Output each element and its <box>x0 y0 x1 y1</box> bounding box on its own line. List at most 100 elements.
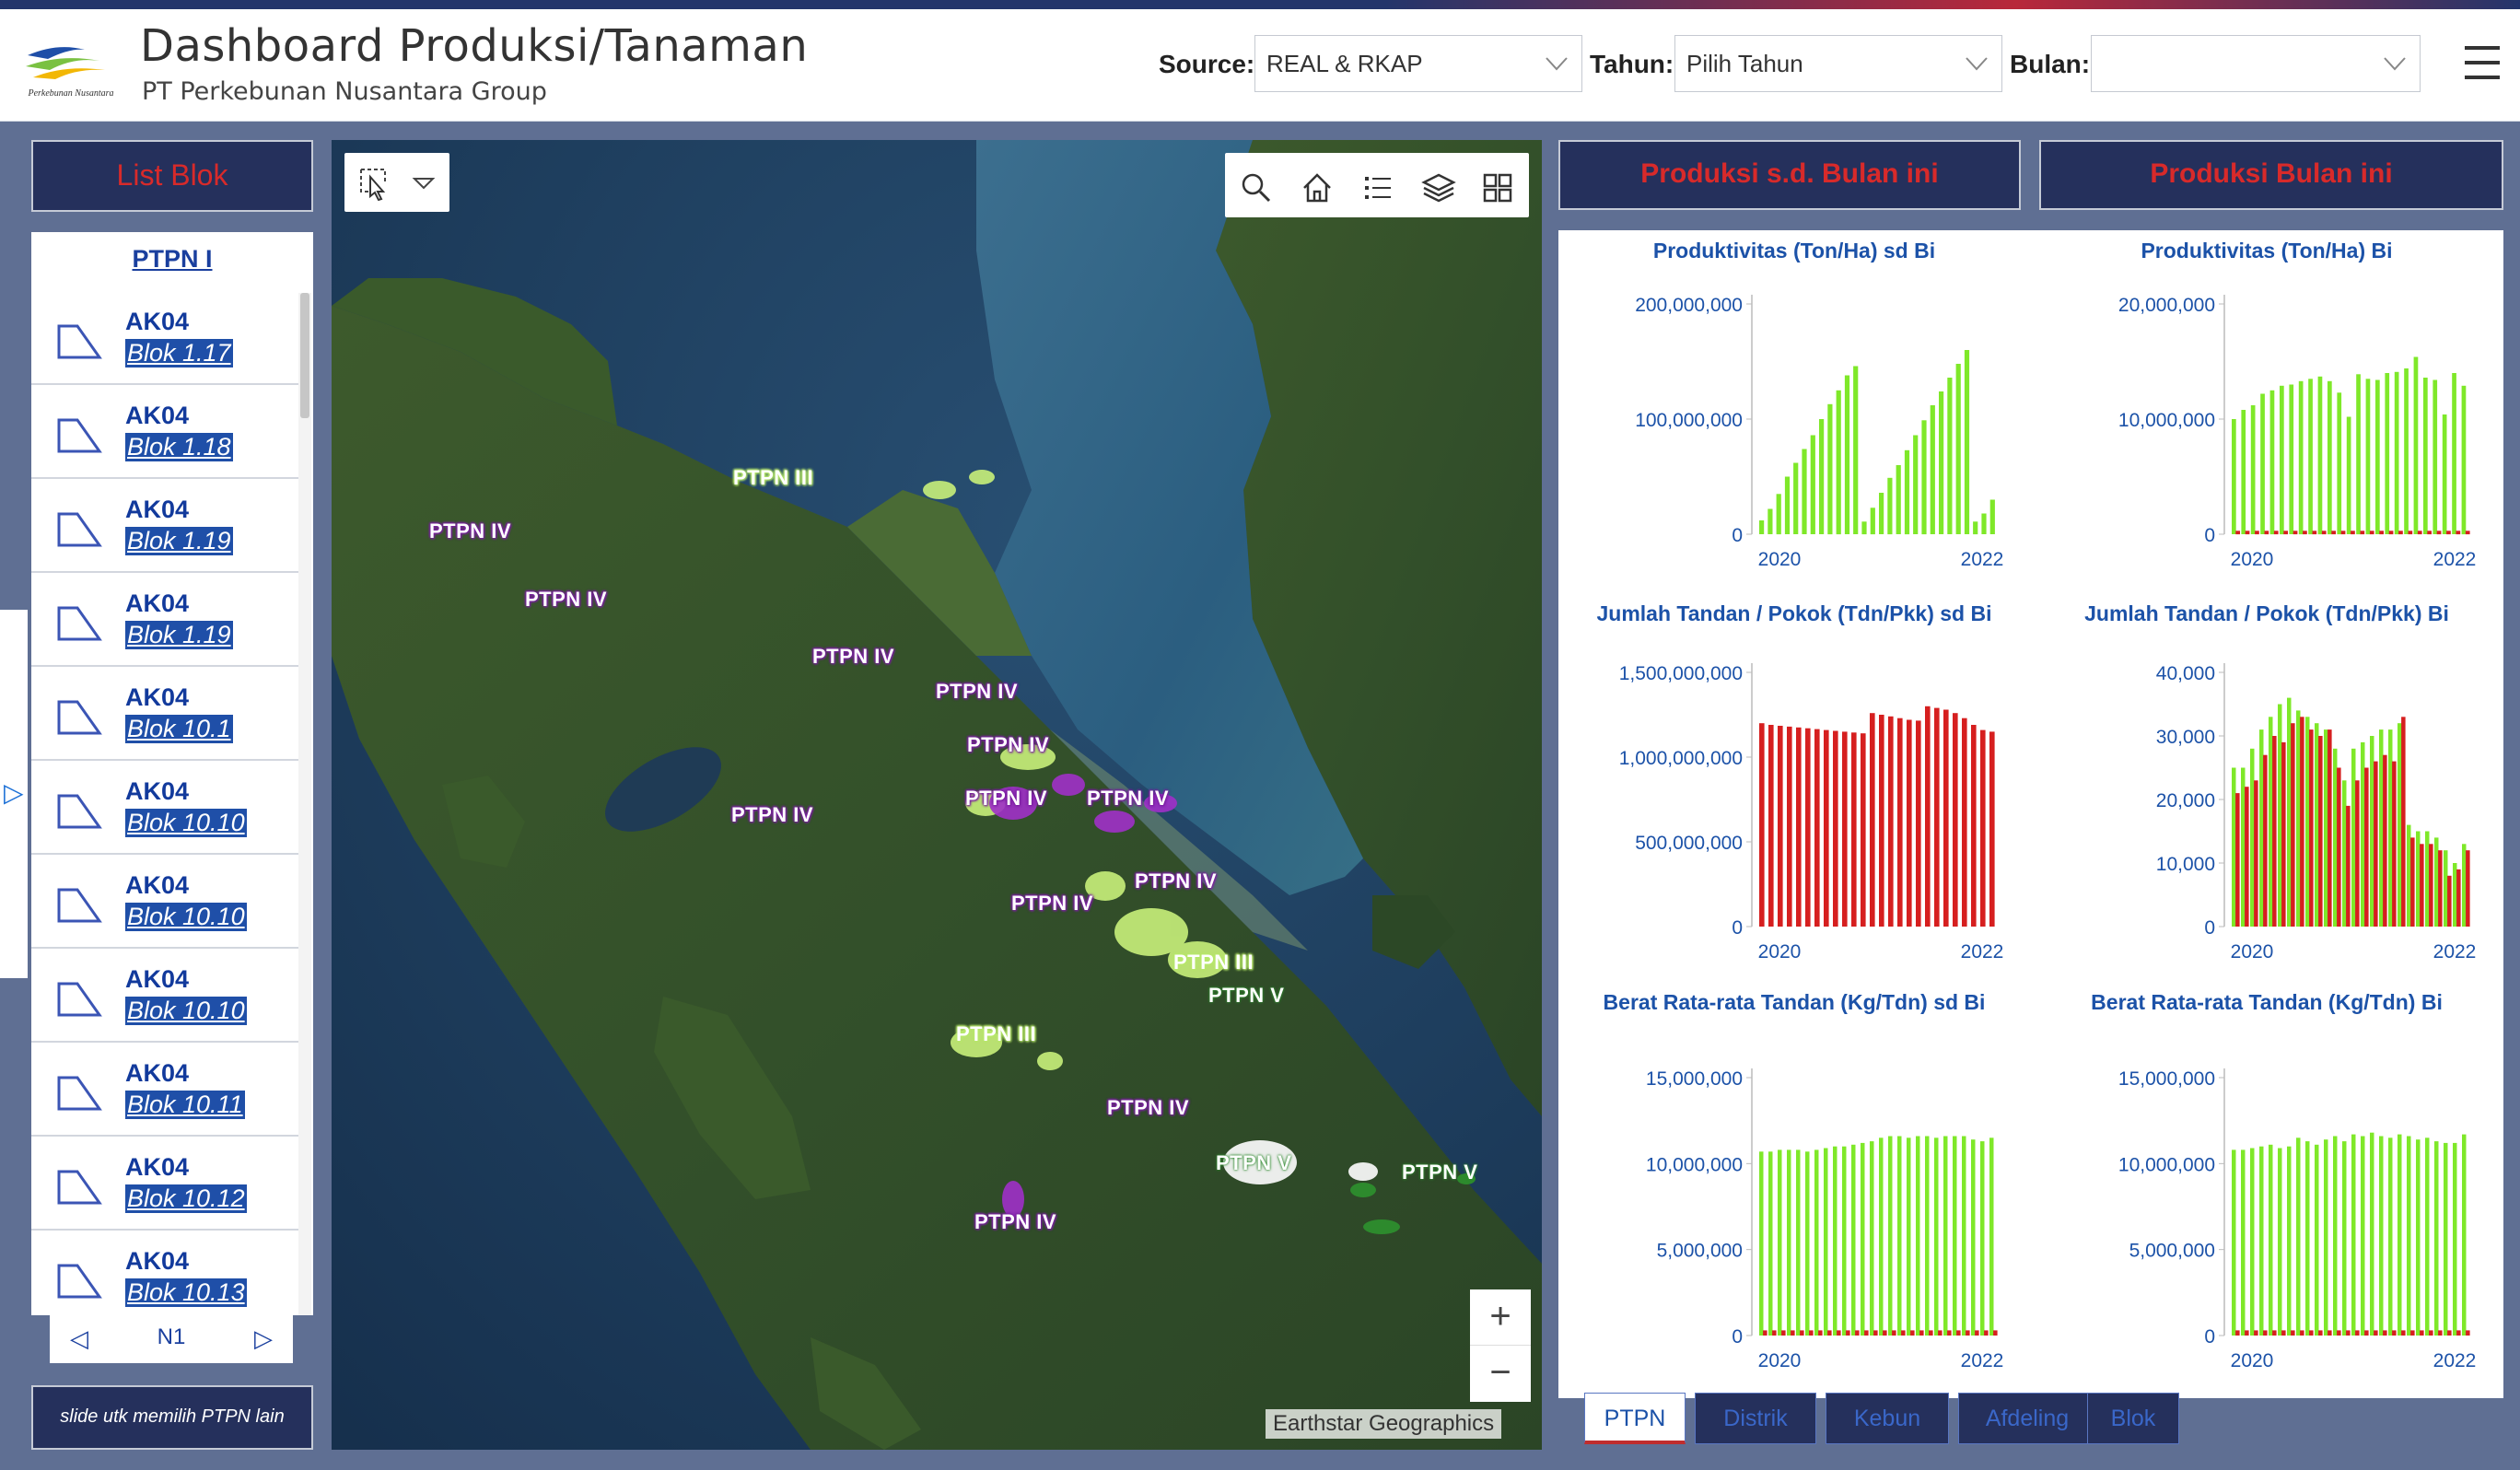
list-item-name[interactable]: Blok 1.19 <box>125 621 233 649</box>
bar-mark[interactable] <box>1796 1149 1801 1336</box>
bar-mark[interactable] <box>2401 1330 2406 1336</box>
bar-mark[interactable] <box>1892 1330 1896 1336</box>
bar-mark[interactable] <box>1907 719 1912 928</box>
bar-mark[interactable] <box>2375 379 2380 535</box>
bar-mark[interactable] <box>1846 1330 1850 1336</box>
bar-mark[interactable] <box>1837 1330 1841 1336</box>
bar-mark[interactable] <box>2232 1149 2236 1336</box>
tab-ptpn[interactable]: PTPN <box>1584 1393 1686 1444</box>
zoom-out-button[interactable]: − <box>1470 1345 1531 1400</box>
bar-mark[interactable] <box>2383 754 2387 927</box>
bar-mark[interactable] <box>1938 1330 1942 1336</box>
bar-mark[interactable] <box>2379 531 2384 535</box>
bar-mark[interactable] <box>1796 727 1802 927</box>
bar-mark[interactable] <box>1827 403 1833 535</box>
bar-mark[interactable] <box>1916 1136 1920 1336</box>
bar-mark[interactable] <box>2337 392 2342 535</box>
bar-mark[interactable] <box>2462 1134 2467 1336</box>
bar-mark[interactable] <box>2281 741 2286 927</box>
bar-mark[interactable] <box>2452 373 2456 534</box>
bar-mark[interactable] <box>1873 1330 1878 1336</box>
bar-mark[interactable] <box>2408 531 2413 535</box>
map-label-ptpn[interactable]: PTPN IV <box>731 803 813 827</box>
source-select[interactable]: REAL & RKAP <box>1254 35 1582 92</box>
bar-mark[interactable] <box>2296 1138 2301 1336</box>
list-item-name[interactable]: Blok 1.18 <box>125 433 233 461</box>
bar-mark[interactable] <box>1930 405 1935 534</box>
bar-mark[interactable] <box>1778 1149 1782 1336</box>
bar-mark[interactable] <box>1897 1136 1902 1336</box>
bar-mark[interactable] <box>2263 1330 2268 1336</box>
bar-mark[interactable] <box>1989 1138 1994 1336</box>
bar-mark[interactable] <box>2392 1330 2397 1336</box>
bar-mark[interactable] <box>2309 729 2314 927</box>
layers-icon[interactable] <box>1420 169 1457 206</box>
bar-mark[interactable] <box>1787 1149 1791 1336</box>
bar-mark[interactable] <box>1759 1151 1764 1336</box>
bar-mark[interactable] <box>1793 462 1799 535</box>
list-item[interactable]: AK04 Blok 10.1 <box>31 669 298 761</box>
bar-mark[interactable] <box>2447 875 2452 927</box>
hamburger-menu-icon[interactable] <box>2465 41 2502 87</box>
bar-mark[interactable] <box>2324 729 2328 927</box>
list-item-name[interactable]: Blok 1.17 <box>125 339 233 368</box>
list-item[interactable]: AK04 Blok 1.19 <box>31 481 298 573</box>
bar-mark[interactable] <box>1962 1136 1966 1336</box>
bar-mark[interactable] <box>2388 1138 2393 1336</box>
list-item[interactable]: AK04 Blok 10.13 <box>31 1232 298 1315</box>
bar-mark[interactable] <box>1814 1149 1819 1336</box>
bar-mark[interactable] <box>2379 729 2384 927</box>
bar-mark[interactable] <box>2263 754 2268 927</box>
bar-mark[interactable] <box>2417 531 2422 535</box>
bar-mark[interactable] <box>1855 1330 1860 1336</box>
bar-mark[interactable] <box>2241 767 2246 928</box>
bar-mark[interactable] <box>2401 717 2406 927</box>
list-item-name[interactable]: Blok 10.13 <box>125 1278 247 1307</box>
bar-mark[interactable] <box>2374 1330 2378 1336</box>
bar-mark[interactable] <box>1824 729 1829 927</box>
bar-mark[interactable] <box>1984 1330 1989 1336</box>
bar-mark[interactable] <box>1787 726 1792 927</box>
bar-mark[interactable] <box>1833 730 1838 928</box>
bar-mark[interactable] <box>1964 350 1970 534</box>
bar-mark[interactable] <box>1819 419 1825 534</box>
bar-mark[interactable] <box>2410 837 2415 927</box>
bar-mark[interactable] <box>1913 435 1919 535</box>
bar-mark[interactable] <box>2413 356 2419 535</box>
bar-mark[interactable] <box>1861 733 1866 927</box>
bar-mark[interactable] <box>2355 780 2360 927</box>
list-item[interactable]: AK04 Blok 1.18 <box>31 387 298 479</box>
bar-mark[interactable] <box>1800 1330 1804 1336</box>
bar-mark[interactable] <box>2398 531 2403 535</box>
bar-mark[interactable] <box>1934 1138 1939 1336</box>
list-item-name[interactable]: Blok 10.1 <box>125 715 233 743</box>
bar-mark[interactable] <box>2289 384 2294 535</box>
bar-mark[interactable] <box>1833 1146 1838 1336</box>
bar-mark[interactable] <box>1879 715 1884 927</box>
bar-mark[interactable] <box>2340 531 2346 535</box>
bar-mark[interactable] <box>2318 736 2323 927</box>
bar-mark[interactable] <box>1759 520 1765 534</box>
list-item[interactable]: AK04 Blok 10.10 <box>31 857 298 949</box>
bar-mark[interactable] <box>2232 767 2236 928</box>
bar-mark[interactable] <box>2305 717 2310 927</box>
bar-mark[interactable] <box>2318 1330 2323 1336</box>
bar-mark[interactable] <box>1814 729 1820 927</box>
bar-mark[interactable] <box>2351 531 2355 535</box>
bar-mark[interactable] <box>1818 1330 1823 1336</box>
bar-mark[interactable] <box>1975 1330 1979 1336</box>
tab-kebun[interactable]: Kebun <box>1826 1393 1949 1444</box>
map-label-ptpn[interactable]: PTPN IV <box>1087 787 1169 811</box>
bar-mark[interactable] <box>2407 824 2411 927</box>
tahun-select[interactable]: Pilih Tahun <box>1674 35 2002 92</box>
bar-mark[interactable] <box>2444 850 2448 927</box>
bar-mark[interactable] <box>1809 1330 1814 1336</box>
bar-mark[interactable] <box>2337 1330 2341 1336</box>
map-label-ptpn[interactable]: PTPN III <box>956 1022 1036 1046</box>
bar-mark[interactable] <box>1973 521 1978 535</box>
map-label-ptpn[interactable]: PTPN V <box>1402 1161 1477 1184</box>
tab-distrik[interactable]: Distrik <box>1695 1393 1816 1444</box>
bar-mark[interactable] <box>2269 717 2273 927</box>
bar-mark[interactable] <box>2392 761 2397 927</box>
bar-mark[interactable] <box>1776 494 1781 535</box>
